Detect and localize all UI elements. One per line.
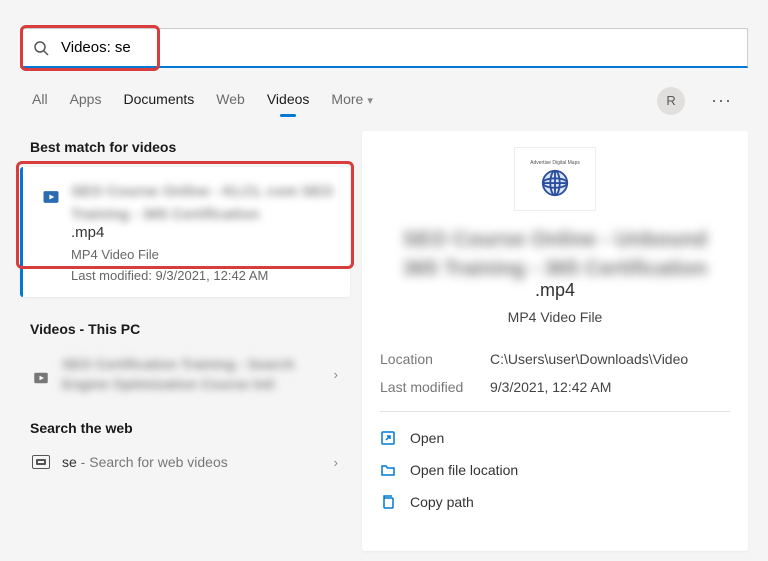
- action-copy-path[interactable]: Copy path: [380, 486, 730, 518]
- videos-this-pc-item[interactable]: SEO Certification Training - Search Engi…: [20, 345, 350, 404]
- preview-title-redacted: SEO Course Online - Unbound 365 Training…: [386, 225, 724, 284]
- tab-videos[interactable]: Videos: [267, 91, 310, 111]
- user-avatar[interactable]: R: [657, 87, 685, 115]
- preview-thumbnail: Advertise Digital Maps: [514, 147, 596, 211]
- copy-icon: [380, 494, 396, 510]
- result-last-modified: Last modified: 9/3/2021, 12:42 AM: [71, 268, 336, 283]
- chevron-right-icon: ›: [334, 455, 338, 470]
- videos-this-pc-heading: Videos - This PC: [20, 313, 350, 345]
- video-file-icon: [41, 187, 61, 207]
- globe-icon: [540, 168, 570, 198]
- best-match-heading: Best match for videos: [20, 131, 350, 163]
- chevron-down-icon: ▾: [367, 95, 373, 107]
- open-icon: [380, 430, 396, 446]
- tab-documents[interactable]: Documents: [123, 91, 194, 111]
- search-web-label: se - Search for web videos: [62, 454, 322, 470]
- tab-all[interactable]: All: [32, 91, 48, 111]
- chevron-right-icon: ›: [334, 367, 338, 382]
- tab-apps[interactable]: Apps: [70, 91, 102, 111]
- result-file-type: MP4 Video File: [71, 247, 336, 262]
- search-web-item[interactable]: se - Search for web videos ›: [20, 444, 350, 480]
- tab-web[interactable]: Web: [216, 91, 245, 111]
- folder-icon: [380, 462, 396, 478]
- result-extension: .mp4: [71, 224, 336, 241]
- search-input[interactable]: [61, 39, 735, 56]
- result-title-redacted: SEO Course Online - KLCL com SEO Trainin…: [71, 181, 336, 226]
- video-file-icon: [32, 369, 50, 387]
- filter-tabs: All Apps Documents Web Videos More▾ R ··…: [0, 76, 768, 127]
- preview-pane: Advertise Digital Maps SEO Course Online…: [362, 131, 748, 551]
- web-video-icon: [32, 455, 50, 469]
- divider: [380, 411, 730, 412]
- action-open[interactable]: Open: [380, 422, 730, 454]
- list-item-title-redacted: SEO Certification Training - Search Engi…: [62, 355, 322, 394]
- preview-meta-location: Location C:\Users\user\Downloads\Video: [380, 345, 730, 373]
- search-bar[interactable]: [20, 28, 748, 68]
- search-icon: [33, 40, 49, 56]
- search-web-heading: Search the web: [20, 412, 350, 444]
- action-open-file-location[interactable]: Open file location: [380, 454, 730, 486]
- preview-file-type: MP4 Video File: [380, 309, 730, 325]
- best-match-result[interactable]: SEO Course Online - KLCL com SEO Trainin…: [20, 167, 350, 297]
- tab-more[interactable]: More▾: [331, 91, 372, 111]
- preview-meta-modified: Last modified 9/3/2021, 12:42 AM: [380, 373, 730, 401]
- overflow-menu-icon[interactable]: ···: [707, 86, 736, 115]
